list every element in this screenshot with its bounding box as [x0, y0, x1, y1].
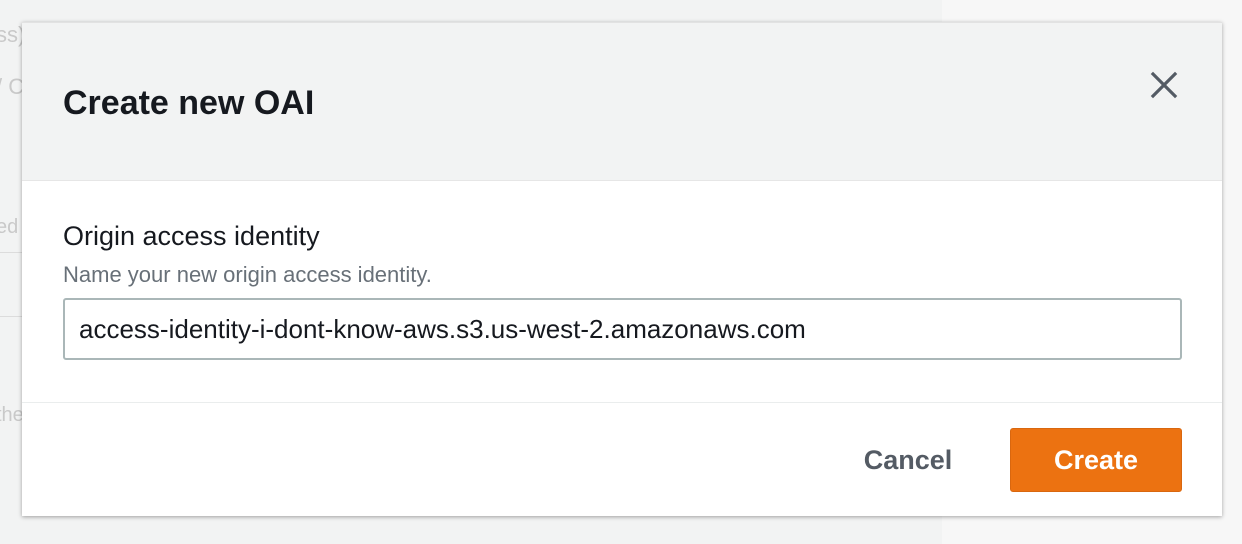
- background-divider: [0, 316, 24, 317]
- modal-footer: Cancel Create: [22, 403, 1222, 517]
- close-button[interactable]: [1144, 65, 1184, 105]
- origin-access-identity-input[interactable]: [63, 298, 1182, 360]
- background-text-fragment: ed: [0, 216, 19, 238]
- origin-access-identity-description: Name your new origin access identity.: [63, 262, 432, 287]
- create-button[interactable]: Create: [1010, 428, 1182, 492]
- background-divider: [0, 252, 24, 253]
- modal-title: Create new OAI: [63, 84, 315, 122]
- create-oai-modal: Create new OAI Origin access identity Na…: [22, 22, 1222, 516]
- background-text-fragment: / C: [0, 74, 25, 99]
- modal-header: Create new OAI: [22, 23, 1222, 181]
- close-icon: [1150, 71, 1178, 99]
- cancel-button[interactable]: Cancel: [840, 428, 976, 492]
- background-text-fragment: the: [0, 404, 24, 426]
- modal-body: Origin access identity Name your new ori…: [22, 181, 1222, 403]
- origin-access-identity-label: Origin access identity: [63, 221, 320, 251]
